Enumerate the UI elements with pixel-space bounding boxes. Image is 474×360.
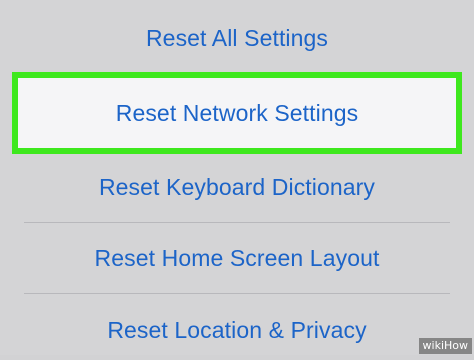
reset-action-sheet: Reset All Settings Reset Network Setting…	[0, 0, 474, 355]
reset-network-settings-button[interactable]: Reset Network Settings	[18, 78, 456, 148]
reset-keyboard-dictionary-button[interactable]: Reset Keyboard Dictionary	[24, 158, 450, 216]
reset-home-screen-layout-button[interactable]: Reset Home Screen Layout	[24, 228, 450, 288]
menu-divider	[24, 293, 450, 294]
menu-divider	[24, 222, 450, 223]
reset-all-settings-button[interactable]: Reset All Settings	[24, 8, 450, 68]
reset-location-privacy-button[interactable]: Reset Location & Privacy	[24, 300, 450, 360]
watermark-badge: wikiHow	[418, 338, 472, 354]
